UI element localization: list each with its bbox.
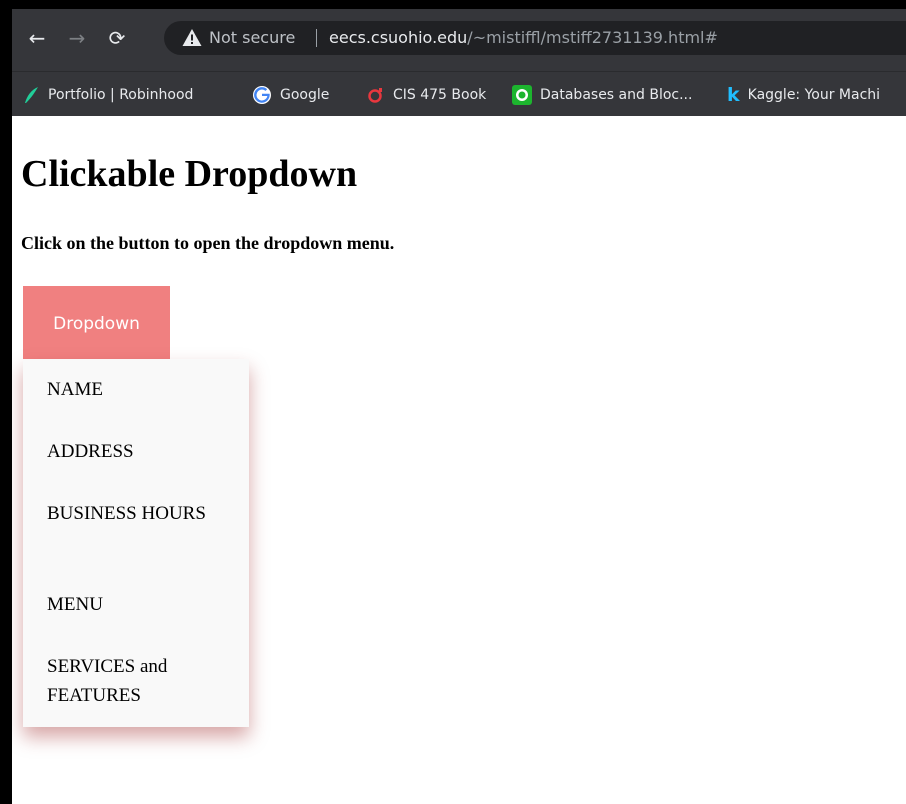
menu-item-name[interactable]: NAME <box>47 375 217 404</box>
bookmark-label: Kaggle: Your Machi <box>747 87 881 103</box>
not-secure-label[interactable]: Not secure <box>209 29 295 47</box>
address-bar[interactable]: Not secure eecs.csuohio.edu/~mistiffl/ms… <box>164 21 906 55</box>
page-content: Clickable Dropdown Click on the button t… <box>12 116 906 804</box>
menu-item-services[interactable]: SERVICES and FEATURES <box>47 652 217 710</box>
url-host: eecs.csuohio.edu <box>329 28 468 47</box>
browser-toolbar: ← → ⟳ Not secure eecs.csuohio.edu/~misti… <box>12 9 906 71</box>
bookmark-label: Databases and Bloc... <box>540 87 693 103</box>
page-subtitle: Click on the button to open the dropdown… <box>21 233 395 253</box>
bookmark-robinhood[interactable]: Portfolio | Robinhood <box>22 84 193 106</box>
bookmark-google[interactable]: Google <box>252 84 329 106</box>
navigation-row: ← → ⟳ Not secure eecs.csuohio.edu/~misti… <box>12 9 906 65</box>
reload-icon[interactable]: ⟳ <box>104 26 130 50</box>
menu-item-menu[interactable]: MENU <box>47 590 217 619</box>
menu-item-address[interactable]: ADDRESS <box>47 437 217 466</box>
dropdown-menu: NAME ADDRESS BUSINESS HOURS MENU SERVICE… <box>23 359 249 727</box>
menu-item-business-hours[interactable]: BUSINESS HOURS <box>47 499 217 528</box>
bookmark-cis475[interactable]: CIS 475 Book <box>367 84 486 106</box>
url-path: /~mistiffl/mstiff2731139.html# <box>467 28 718 47</box>
bookmark-label: Google <box>280 87 330 103</box>
url-text[interactable]: eecs.csuohio.edu/~mistiffl/mstiff2731139… <box>329 29 718 47</box>
bookmarks-bar: Portfolio | Robinhood Google CIS 475 Boo… <box>12 71 906 117</box>
forward-arrow-icon[interactable]: → <box>64 26 90 50</box>
robinhood-feather-icon <box>25 87 38 103</box>
back-arrow-icon[interactable]: ← <box>24 26 50 50</box>
browser-window: ← → ⟳ Not secure eecs.csuohio.edu/~misti… <box>12 9 906 804</box>
bookmark-label: Portfolio | Robinhood <box>48 87 194 103</box>
omnibox-separator <box>316 29 317 47</box>
book-icon <box>368 88 382 103</box>
kaggle-icon: k <box>727 84 740 106</box>
warning-triangle-icon[interactable] <box>182 28 202 48</box>
google-icon <box>253 86 271 104</box>
bookmark-label: CIS 475 Book <box>393 87 487 103</box>
database-icon <box>512 85 532 105</box>
bookmark-databases[interactable]: Databases and Bloc... <box>512 84 692 106</box>
dropdown-button[interactable]: Dropdown <box>23 286 170 360</box>
bookmark-kaggle[interactable]: k Kaggle: Your Machi <box>727 84 880 106</box>
page-title: Clickable Dropdown <box>21 153 358 195</box>
